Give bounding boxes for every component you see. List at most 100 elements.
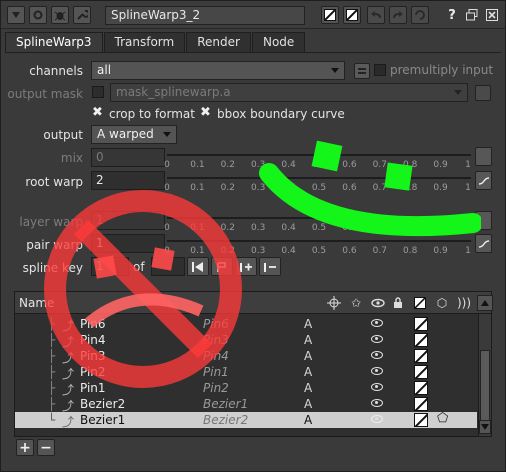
pair-warp-field[interactable]: 1 <box>91 234 165 253</box>
output-mask-checkbox[interactable] <box>92 86 104 98</box>
tick-label: 0.7 <box>372 183 387 193</box>
pair-warp-curve-icon[interactable] <box>475 234 492 253</box>
output-mask-menu-button[interactable] <box>475 85 491 101</box>
crop-checkbox-icon[interactable]: ✖ <box>92 105 103 120</box>
row-output[interactable]: A <box>304 349 312 363</box>
tick-label: 0.8 <box>403 183 418 193</box>
tree-line-icon: └ <box>48 413 56 427</box>
row-output[interactable]: A <box>304 381 312 395</box>
visibility-icon[interactable] <box>371 335 383 343</box>
crosshair-icon[interactable] <box>326 295 342 311</box>
collapse-icon[interactable] <box>7 6 25 24</box>
bbox-label: bbox boundary curve <box>217 107 345 121</box>
row-output[interactable]: A <box>304 413 312 427</box>
float-panel-icon[interactable] <box>463 6 481 24</box>
pair-warp-slider[interactable]: 0 0.1 0.2 0.3 0.4 0.5 0.6 0.7 0.8 0.9 1 <box>164 234 471 256</box>
lock-icon[interactable] <box>390 295 406 311</box>
tick-label: 0.7 <box>372 160 387 170</box>
star-icon[interactable]: ✩ <box>348 295 364 311</box>
remove-button[interactable]: − <box>37 439 55 456</box>
table-row[interactable]: ├ ⤴ Pin6 Pin6 A <box>15 316 477 333</box>
color-swatch[interactable] <box>414 397 428 411</box>
close-icon[interactable] <box>483 6 501 24</box>
table-row-selected[interactable]: └ ⤴ Bezier1 Bezier2 A ⬠ <box>15 411 477 429</box>
table-row[interactable]: ├ ⤴ Pin3 Pin4 A <box>15 348 477 365</box>
color-swatch[interactable] <box>414 413 428 427</box>
node-name-field[interactable]: SplineWarp3_2 <box>105 6 305 25</box>
hexagon-icon[interactable]: ⬡ <box>434 295 450 311</box>
tick-label: 1 <box>465 246 471 256</box>
table-row[interactable]: ├ ⤴ Pin1 Pin2 A <box>15 380 477 397</box>
visibility-icon[interactable] <box>371 319 383 327</box>
layer-warp-slider[interactable]: 0 0.1 0.2 0.3 0.4 0.5 0.6 0.7 0.8 0.9 1 <box>164 211 471 233</box>
pair-warp-label: pair warp <box>26 238 83 252</box>
visibility-icon[interactable] <box>371 415 383 423</box>
chevron-down-icon <box>163 132 171 137</box>
color-icon[interactable] <box>412 295 428 311</box>
color-swatch[interactable] <box>414 317 428 331</box>
root-warp-curve-icon[interactable] <box>475 171 492 190</box>
tab-node[interactable]: Node <box>251 32 306 52</box>
tab-divider <box>5 52 501 53</box>
output-mask-dropdown[interactable]: mask_splinewarp.a <box>110 83 468 102</box>
visibility-icon[interactable] <box>371 367 383 375</box>
bug-icon[interactable] <box>51 6 69 24</box>
mix-field[interactable]: 0 <box>91 148 165 167</box>
gl-color-icon[interactable] <box>343 6 361 24</box>
redo-icon[interactable] <box>389 6 407 24</box>
layer-warp-field[interactable]: 1 <box>91 211 165 230</box>
row-output[interactable]: A <box>304 365 312 379</box>
layer-warp-animation-button[interactable] <box>475 211 492 230</box>
wrench-icon[interactable] <box>73 6 91 24</box>
mix-slider[interactable]: 0 0.1 0.2 0.3 0.4 0.5 0.6 0.7 0.8 0.9 1 <box>164 148 471 170</box>
premultiply-checkbox[interactable] <box>374 64 386 76</box>
visibility-icon[interactable] <box>371 351 383 359</box>
remove-key-button[interactable] <box>259 257 281 276</box>
tree-line-icon: ├ <box>48 349 56 363</box>
scroll-down-icon[interactable] <box>479 420 491 434</box>
motion-blur-icon[interactable]: ))) <box>456 295 472 311</box>
help-icon[interactable]: ? <box>443 6 461 24</box>
revert-icon[interactable] <box>411 6 429 24</box>
visibility-icon[interactable] <box>371 383 383 391</box>
node-settings-icon[interactable] <box>29 6 47 24</box>
tab-transform[interactable]: Transform <box>103 32 186 52</box>
color-swatch[interactable] <box>414 365 428 379</box>
scroll-up-icon[interactable] <box>477 295 493 311</box>
tick-label: 0.8 <box>403 223 418 233</box>
prev-key-button[interactable] <box>187 257 209 276</box>
add-key-button[interactable] <box>235 257 257 276</box>
row-output[interactable]: A <box>304 317 312 331</box>
mix-animation-button[interactable] <box>475 147 492 166</box>
row-output[interactable]: A <box>304 333 312 347</box>
spline-key-field[interactable]: 1 <box>91 257 129 276</box>
hexagon-icon[interactable]: ⬠ <box>437 411 448 426</box>
undo-icon[interactable] <box>367 6 385 24</box>
root-warp-slider[interactable]: 0 0.1 0.2 0.3 0.4 0.5 0.6 0.7 0.8 0.9 1 <box>164 171 471 193</box>
visibility-icon[interactable] <box>371 399 383 407</box>
row-parent: Pin3 <box>203 333 229 347</box>
bbox-checkbox-icon[interactable]: ✖ <box>200 105 211 120</box>
vertical-scrollbar[interactable] <box>478 314 491 436</box>
row-output[interactable]: A <box>304 397 312 411</box>
tab-render[interactable]: Render <box>186 32 251 52</box>
set-key-button[interactable] <box>211 257 233 276</box>
table-row[interactable]: ├ ⤴ Pin4 Pin3 A <box>15 332 477 349</box>
color-swatch[interactable] <box>414 381 428 395</box>
name-column-header[interactable]: Name <box>19 296 54 310</box>
channels-dropdown[interactable]: all <box>91 61 345 80</box>
color-swatch[interactable] <box>414 333 428 347</box>
channels-equals-button[interactable] <box>354 63 370 79</box>
table-row[interactable]: ├ ⤴ Bezier2 Bezier1 A <box>15 396 477 413</box>
tab-splinewarp3[interactable]: SplineWarp3 <box>5 32 103 52</box>
scrollbar-thumb[interactable] <box>480 350 490 422</box>
node-color-icon[interactable] <box>321 6 339 24</box>
row-parent: Bezier1 <box>203 397 249 411</box>
output-dropdown[interactable]: A warped <box>91 125 177 144</box>
color-swatch[interactable] <box>414 349 428 363</box>
mix-slider-track <box>167 154 471 156</box>
table-row[interactable]: ├ ⤴ Pin2 Pin1 A <box>15 364 477 381</box>
visibility-icon[interactable] <box>370 295 386 311</box>
add-button[interactable]: + <box>16 439 34 456</box>
root-warp-field[interactable]: 2 <box>91 171 165 190</box>
